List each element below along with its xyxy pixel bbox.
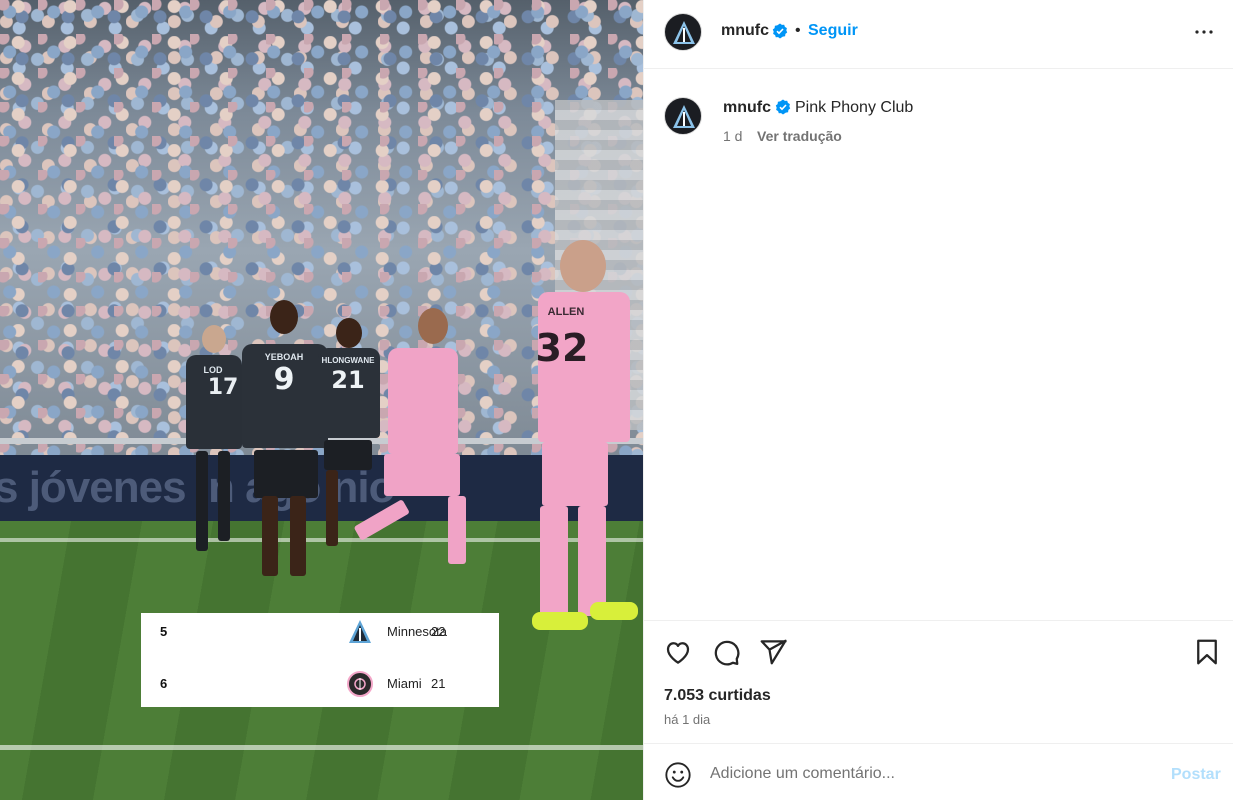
player-name: ALLEN <box>547 306 585 318</box>
more-options-icon[interactable] <box>1192 20 1216 44</box>
comment-icon[interactable] <box>711 637 741 667</box>
post-timestamp[interactable]: há 1 dia <box>664 712 710 727</box>
likes-count[interactable]: 7.053 curtidas <box>664 687 771 705</box>
caption-time[interactable]: 1 d <box>723 128 742 144</box>
emoji-icon[interactable] <box>664 761 692 789</box>
standings-team: Miami <box>387 676 422 691</box>
player-miami-celebrating <box>330 308 508 584</box>
caption-text: Pink Phony Club <box>795 99 914 116</box>
player-number: 32 <box>535 326 589 370</box>
standings-card: 5 Minnesota 22 6 Miami 21 <box>141 613 499 707</box>
miami-crest-icon <box>347 671 373 697</box>
pitch-line <box>0 745 643 750</box>
post-comment-button[interactable]: Postar <box>1171 766 1221 784</box>
player-allen: ALLEN 32 <box>532 240 642 632</box>
standings-row: 6 Miami 21 <box>141 665 499 703</box>
separator-dot: • <box>795 22 801 39</box>
verified-badge-icon <box>772 23 788 39</box>
post-sidebar: mnufc • Seguir mnufc Pink Phony Club 1 d… <box>643 0 1233 800</box>
post-photo[interactable]: s jóvenes in ago nio LOD 17 YEBOAH 9 HLO… <box>0 0 643 800</box>
username-link[interactable]: mnufc <box>721 22 769 40</box>
minnesota-crest-icon <box>347 619 373 645</box>
standings-points: 21 <box>431 676 446 691</box>
add-comment-bar: Postar <box>644 743 1233 800</box>
standings-points: 22 <box>431 624 446 639</box>
share-icon[interactable] <box>758 637 788 667</box>
post-actions: 7.053 curtidas há 1 dia <box>644 620 1233 743</box>
standings-row: 5 Minnesota 22 <box>141 613 499 651</box>
standings-position: 5 <box>160 624 168 639</box>
standings-position: 6 <box>160 676 168 691</box>
translate-link[interactable]: Ver tradução <box>757 128 842 144</box>
post-header: mnufc • Seguir <box>644 0 1233 69</box>
follow-button[interactable]: Seguir <box>808 22 858 40</box>
avatar[interactable] <box>664 97 702 135</box>
verified-badge-icon <box>775 99 791 115</box>
caption-username[interactable]: mnufc <box>723 99 771 117</box>
heart-icon[interactable] <box>663 637 693 667</box>
bookmark-icon[interactable] <box>1192 637 1222 667</box>
avatar[interactable] <box>664 13 702 51</box>
comment-input[interactable] <box>710 758 1160 790</box>
